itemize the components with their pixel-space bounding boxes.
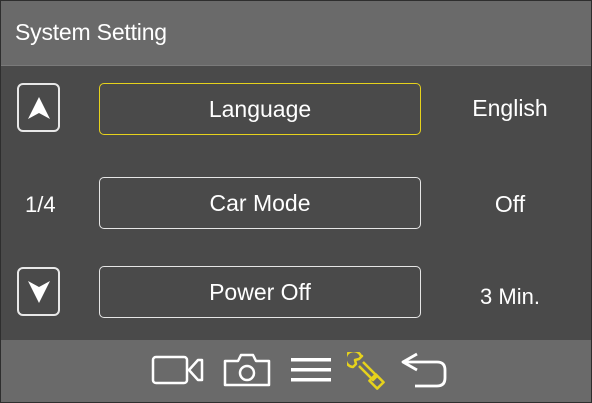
video-camera-icon[interactable] — [151, 352, 205, 388]
car-mode-button[interactable]: Car Mode — [99, 177, 421, 229]
wrench-icon[interactable] — [347, 352, 387, 392]
camera-icon[interactable] — [222, 352, 272, 388]
arrow-up-icon — [28, 97, 50, 119]
page-title: System Setting — [15, 19, 167, 45]
system-setting-screen: System Setting 1/4 Language English Car … — [0, 0, 592, 403]
menu-icon[interactable] — [289, 352, 333, 388]
scroll-up-button[interactable] — [17, 83, 60, 132]
header-bar: System Setting — [1, 1, 591, 66]
language-label: Language — [208, 95, 312, 122]
power-off-button[interactable]: Power Off — [99, 266, 421, 318]
page-indicator: 1/4 — [25, 192, 56, 217]
bottom-toolbar — [1, 340, 591, 402]
scroll-down-button[interactable] — [17, 267, 60, 316]
power-off-value: 3 Min. — [480, 284, 540, 309]
arrow-down-icon — [28, 281, 50, 303]
power-off-label: Power Off — [209, 278, 311, 305]
language-button[interactable]: Language — [99, 83, 421, 135]
car-mode-label: Car Mode — [209, 189, 311, 216]
language-value: English — [472, 95, 548, 121]
car-mode-value: Off — [494, 191, 526, 217]
return-icon[interactable] — [399, 352, 449, 390]
